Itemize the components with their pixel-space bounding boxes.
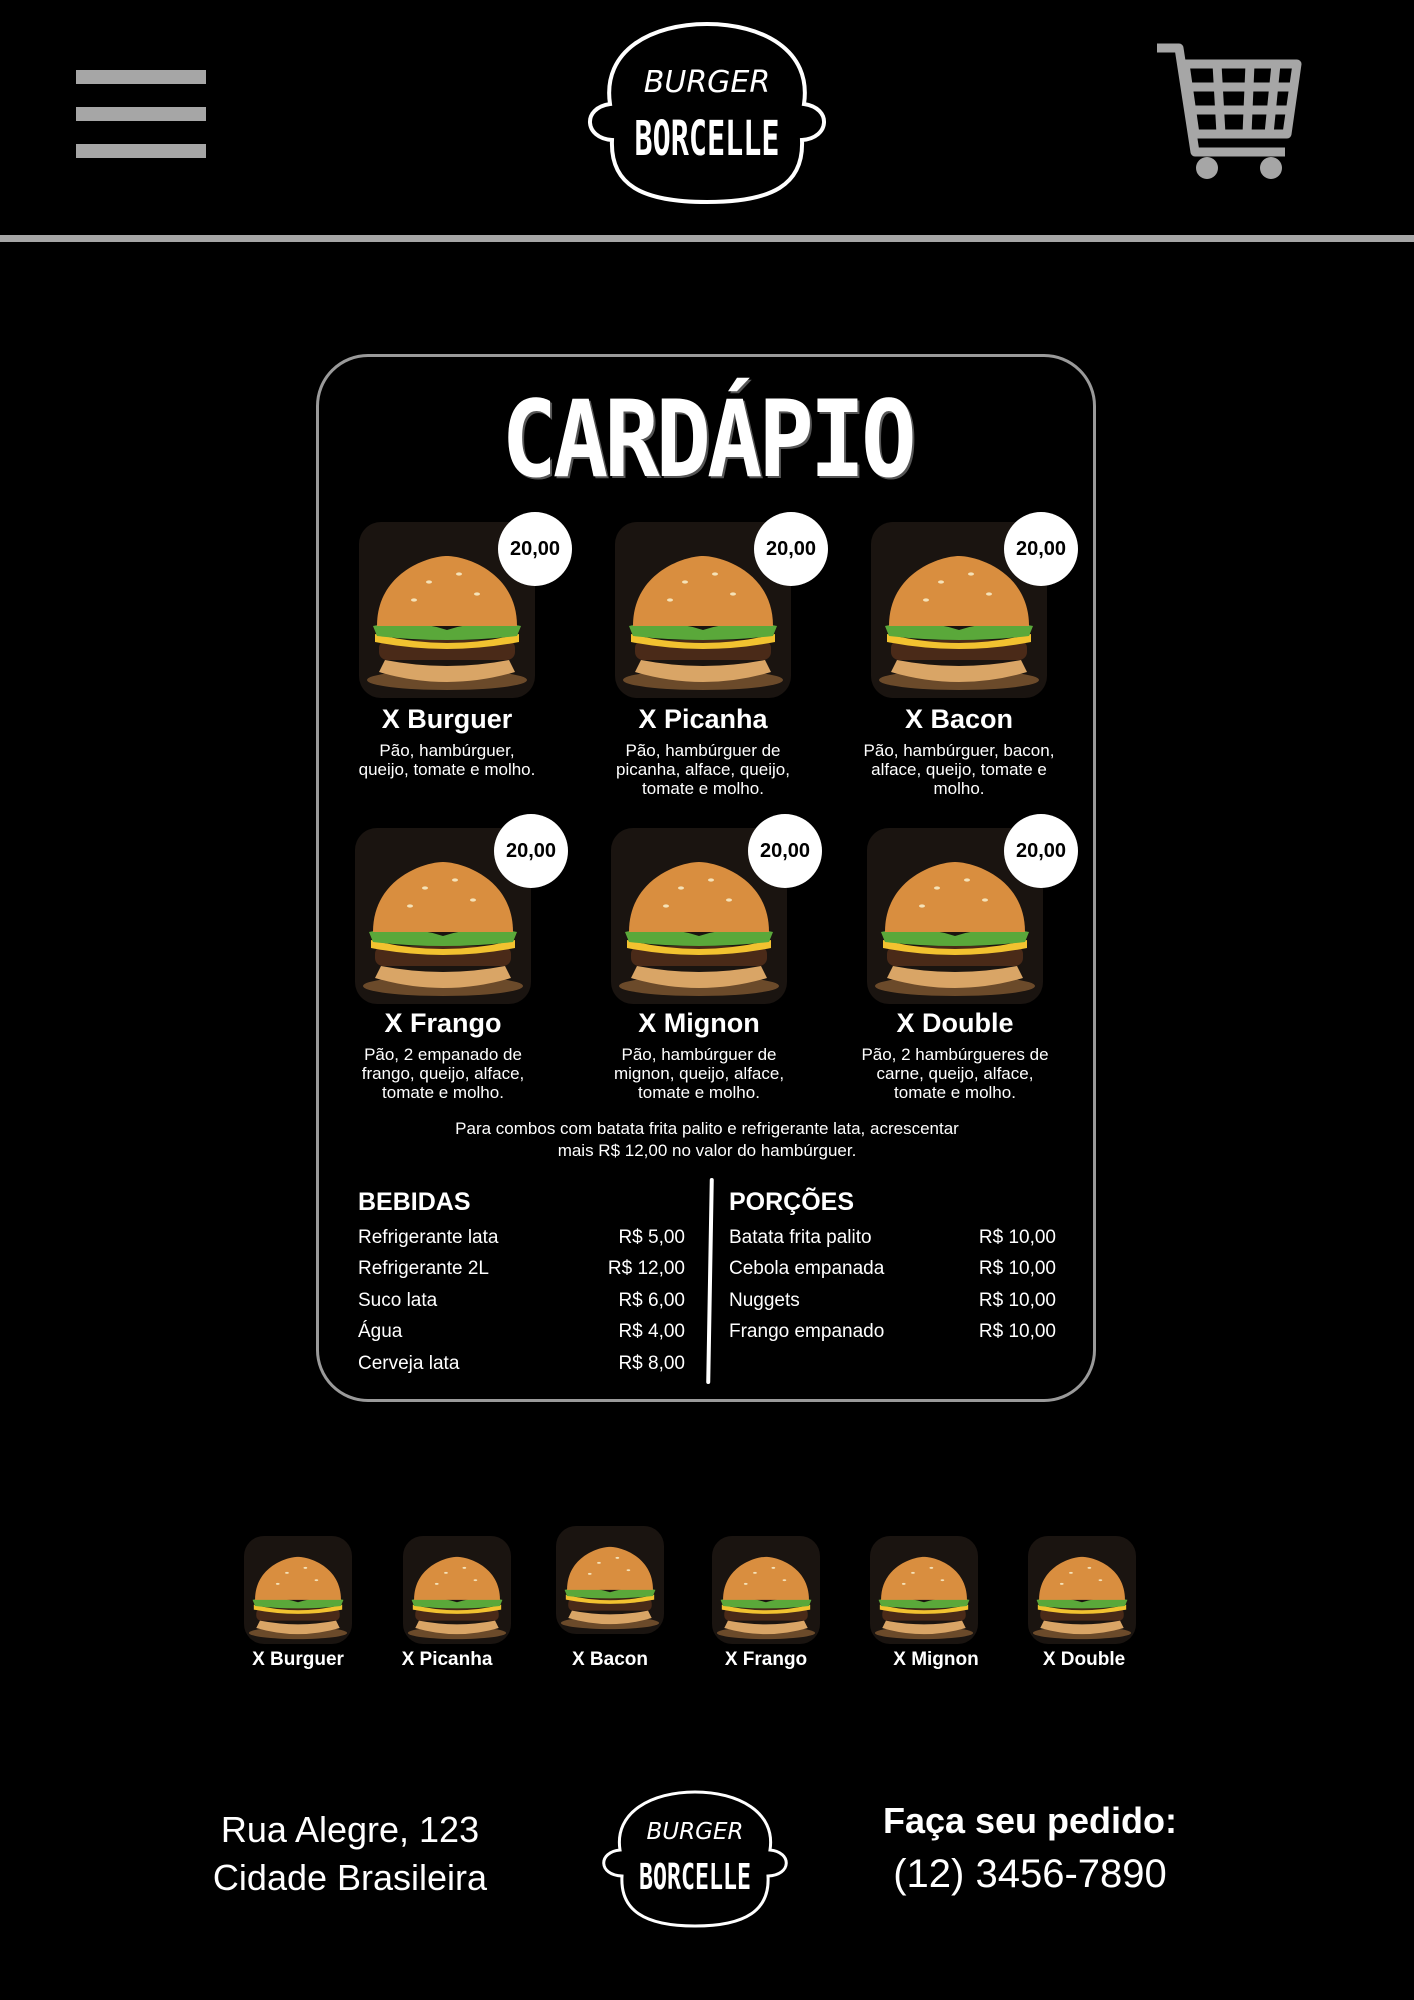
item-desc: Pão, 2 empanado de frango, queijo, alface… — [361, 1045, 525, 1102]
header-logo[interactable]: BURGER BORCELLE — [572, 20, 842, 210]
footer-logo: BURGER BORCELLE — [602, 1790, 788, 1928]
gallery-label[interactable]: X Burguer — [228, 1649, 368, 1671]
price-badge: 20,00 — [498, 512, 572, 586]
item-name: X Picanha — [638, 704, 768, 734]
item-name: X Frango — [384, 1008, 502, 1038]
footer-logo-top: BURGER — [647, 1819, 744, 1845]
menu-item-x-double[interactable]: 20,00 X Double Pão, 2 hambúrgueres de car… — [830, 800, 1080, 1102]
order-title: Faça seu pedido: — [882, 1800, 1178, 1841]
item-name: X Mignon — [638, 1008, 760, 1038]
gallery-label[interactable]: X Picanha — [377, 1649, 517, 1671]
item-name: X Bacon — [904, 704, 1014, 734]
gallery-thumb-x-bacon[interactable] — [556, 1526, 664, 1634]
gallery-thumb-x-mignon[interactable] — [870, 1536, 978, 1644]
menu-item-x-frango[interactable]: 20,00 X Frango Pão, 2 empanado de frango,… — [318, 800, 568, 1102]
item-desc: Pão, hambúrguer, queijo, tomate e molho. — [358, 741, 536, 779]
item-name: X Double — [896, 1008, 1014, 1038]
price-badge: 20,00 — [1004, 814, 1078, 888]
porcoes-title: PORÇÕES — [729, 1188, 855, 1216]
gallery-thumb-x-burguer[interactable] — [244, 1536, 352, 1644]
menu-title: CARDÁPIO — [501, 378, 916, 502]
phone-number[interactable]: (12) 3456-7890 — [860, 1852, 1200, 1897]
price-badge: 20,00 — [1004, 512, 1078, 586]
item-desc: Pão, hambúrguer, bacon, alface, queijo, t… — [863, 741, 1055, 798]
gallery-thumb-x-picanha[interactable] — [403, 1536, 511, 1644]
gallery-thumb-x-double[interactable] — [1028, 1536, 1136, 1644]
bebidas-title: BEBIDAS — [358, 1188, 471, 1216]
menu-item-x-picanha[interactable]: 20,00 X Picanha Pão, hambúrguer de picanh… — [578, 498, 828, 798]
gallery-label[interactable]: X Bacon — [540, 1649, 680, 1671]
header-divider — [0, 235, 1414, 242]
item-desc: Pão, 2 hambúrgueres de carne, queijo, alf… — [861, 1045, 1049, 1102]
footer-address: Rua Alegre, 123 Cidade Brasileira — [212, 1809, 488, 1898]
header-logo-main: BORCELLE — [635, 111, 780, 167]
menu-item-x-burguer[interactable]: 20,00 X Burguer Pão, hambúrguer, queijo, … — [322, 498, 572, 798]
item-desc: Pão, hambúrguer de mignon, queijo, alface… — [613, 1045, 785, 1102]
menu-item-x-bacon[interactable]: 20,00 X Bacon Pão, hambúrguer, bacon, alf… — [834, 498, 1084, 798]
gallery-label[interactable]: X Mignon — [866, 1649, 1006, 1671]
menu-item-x-mignon[interactable]: 20,00 X Mignon Pão, hambúrguer de mignon,… — [574, 800, 824, 1102]
combo-note: Para combos com batata frita palito e re… — [455, 1119, 959, 1160]
item-desc: Pão, hambúrguer de picanha, alface, queij… — [616, 741, 790, 798]
price-badge: 20,00 — [754, 512, 828, 586]
gallery-label[interactable]: X Double — [1014, 1649, 1154, 1671]
gallery-thumb-x-frango[interactable] — [712, 1536, 820, 1644]
gallery-label[interactable]: X Frango — [696, 1649, 836, 1671]
price-badge: 20,00 — [748, 814, 822, 888]
footer-logo-main: BORCELLE — [639, 1857, 751, 1898]
menu-hamburger-icon[interactable] — [76, 70, 206, 158]
price-badge: 20,00 — [494, 814, 568, 888]
header-logo-top: BURGER — [644, 65, 770, 100]
cart-icon[interactable] — [1155, 42, 1303, 182]
item-name: X Burguer — [381, 704, 513, 734]
